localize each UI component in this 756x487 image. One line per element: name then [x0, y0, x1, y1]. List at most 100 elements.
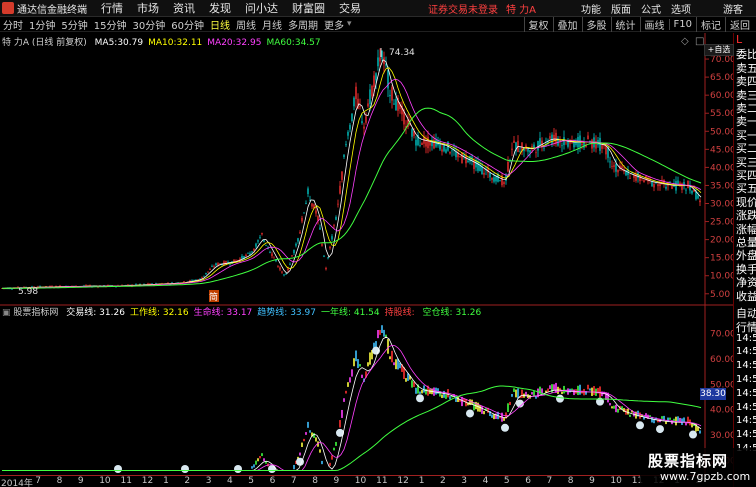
candle-body: [335, 217, 337, 220]
x-axis-label: 9: [77, 476, 84, 486]
period-tab[interactable]: 5分钟: [58, 17, 90, 32]
tool-draw[interactable]: 画线: [639, 16, 669, 32]
tool-mark[interactable]: 标记: [696, 16, 725, 32]
tool-multi[interactable]: 多股: [581, 16, 611, 32]
signal-badge-icon[interactable]: [114, 465, 122, 473]
period-tab[interactable]: 分时: [0, 17, 26, 32]
period-tab[interactable]: 1分钟: [26, 17, 58, 32]
period-tab-more[interactable]: 更多: [321, 17, 347, 32]
indicator-bar: [509, 401, 511, 406]
candle-body: [699, 200, 701, 203]
menu-item-caifuquan[interactable]: 财富圈: [285, 0, 332, 16]
signal-badge-icon[interactable]: [656, 425, 664, 434]
menu-function[interactable]: 功能: [576, 1, 606, 16]
period-tab[interactable]: 30分钟: [129, 17, 168, 32]
period-tab[interactable]: 60分钟: [168, 17, 207, 32]
tick-time-label: 14:5: [736, 415, 756, 427]
menu-item-hangqing[interactable]: 行情: [94, 0, 130, 16]
indicator-trade-line: [2, 336, 702, 471]
menu-layout[interactable]: 版面: [606, 1, 636, 16]
candle-body: [651, 181, 653, 187]
indicator-bar: [481, 406, 483, 414]
candle-body: [311, 203, 313, 207]
trade-status[interactable]: 证券交易未登录: [428, 1, 498, 16]
candle-body: [671, 186, 673, 189]
tick-time-label: 14:5: [736, 374, 756, 385]
candle-body: [665, 186, 667, 189]
indicator-bar: [307, 421, 309, 428]
indicator-bar: [445, 394, 447, 399]
menu-item-wenxiaoda[interactable]: 问小达: [238, 0, 285, 16]
candle-body: [573, 142, 575, 148]
indicator-bar: [387, 339, 389, 354]
indicator-legend-item: 交易线: 31.26: [66, 308, 125, 318]
menu-item-faxian[interactable]: 发现: [202, 0, 238, 16]
signal-badge-icon[interactable]: [501, 423, 509, 432]
candle-body: [415, 139, 417, 146]
menu-options[interactable]: 选项: [666, 1, 696, 16]
candle-body: [441, 149, 443, 152]
kline-chart[interactable]: 70.0065.0060.0055.0050.0045.0040.0035.00…: [0, 33, 733, 487]
candle-body: [297, 238, 299, 242]
indicator-bar: [335, 441, 337, 446]
x-axis-label: 9: [589, 476, 595, 486]
tool-f10[interactable]: F10: [668, 18, 696, 30]
indicator-bar: [303, 438, 305, 442]
indicator-bar: [517, 388, 519, 399]
signal-badge-icon[interactable]: [556, 394, 564, 403]
indicator-settings-icon[interactable]: ▣: [2, 308, 11, 318]
x-axis-label: 2: [440, 476, 446, 486]
tool-stats[interactable]: 统计: [610, 16, 640, 32]
signal-badge-icon[interactable]: [234, 465, 242, 473]
indicator-bar: [645, 413, 647, 418]
indicator-bar: [367, 362, 369, 367]
time-axis: 2014年 7 8 9 10 11 12 1 2 3 4 5 6 7 8 9 10 11 12 1 2 3 4 5 6 7 8 9 10…: [0, 475, 705, 487]
menu-item-jiaoyi[interactable]: 交易: [332, 0, 368, 16]
add-self-select-button[interactable]: +自选: [704, 44, 734, 56]
indicator-name[interactable]: 股票指标网: [13, 308, 58, 318]
chart-settings-icon[interactable]: ◇: [681, 36, 689, 47]
indicator-bar: [353, 358, 355, 367]
indicator-bar: [521, 389, 523, 398]
signal-badge-icon[interactable]: [416, 394, 424, 403]
candle-body: [343, 154, 345, 158]
period-tab[interactable]: 多周期: [285, 17, 321, 32]
indicator-bar: [425, 388, 427, 395]
indicator-bar: [611, 406, 613, 409]
indicator-bar: [493, 414, 495, 420]
tick-time-label: 14:5: [736, 429, 756, 441]
signal-badge-icon[interactable]: [181, 465, 189, 473]
more-arrow-icon[interactable]: ▾: [347, 19, 352, 29]
signal-badge-icon[interactable]: [268, 465, 276, 473]
tool-overlay[interactable]: 叠加: [552, 16, 582, 32]
indicator-bar: [301, 442, 303, 447]
period-tab[interactable]: 15分钟: [91, 17, 130, 32]
menu-item-shichang[interactable]: 市场: [130, 0, 166, 16]
candle-body: [469, 156, 471, 162]
indicator-year-line: [2, 385, 702, 471]
signal-badge-icon[interactable]: [372, 346, 380, 355]
candle-body: [419, 145, 421, 146]
signal-badge-icon[interactable]: [689, 430, 697, 439]
signal-badge-icon[interactable]: [466, 409, 474, 418]
indicator-bar: [255, 460, 257, 465]
period-tab[interactable]: 月线: [259, 17, 285, 32]
app-logo-icon: [2, 2, 14, 14]
menu-item-zixun[interactable]: 资讯: [166, 0, 202, 16]
candle-body: [611, 166, 613, 167]
menu-guest[interactable]: 游客: [718, 1, 748, 16]
tool-fuquan[interactable]: 复权: [523, 16, 553, 32]
indicator-bar: [441, 394, 443, 399]
period-tab[interactable]: 周线: [233, 17, 259, 32]
tool-back[interactable]: 返回: [725, 16, 754, 32]
period-tab-daily[interactable]: 日线: [207, 17, 233, 32]
indicator-bar: [479, 405, 481, 412]
candle-body: [355, 86, 357, 100]
signal-badge-icon[interactable]: [636, 421, 644, 430]
indicator-bar: [383, 329, 385, 337]
candle-body: [605, 146, 607, 155]
menu-formula[interactable]: 公式: [636, 1, 666, 16]
candle-body: [643, 180, 645, 183]
indicator-bar: [299, 452, 301, 456]
candle-body: [371, 85, 373, 97]
